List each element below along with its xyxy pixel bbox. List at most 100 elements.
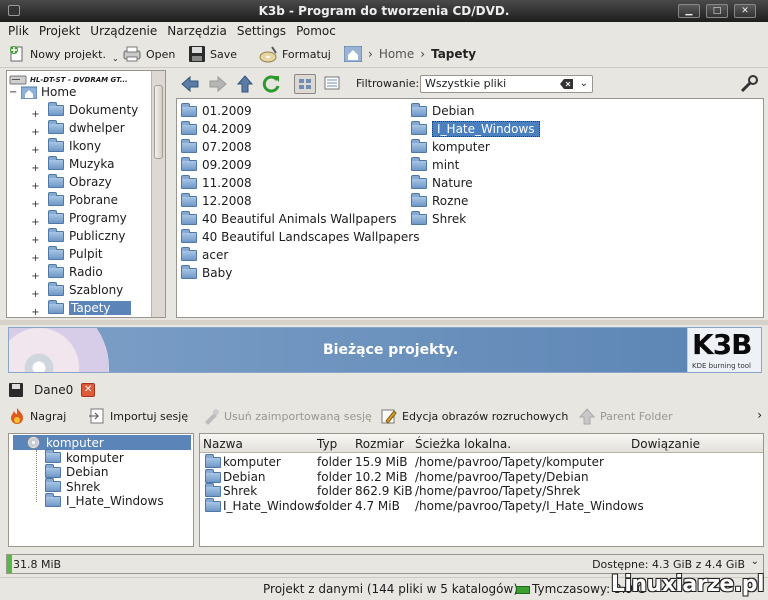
tree-scrollbar[interactable] xyxy=(151,71,165,317)
project-tree-item[interactable]: Shrek xyxy=(45,478,100,494)
table-row[interactable]: Debian folder 10.2 MiB/home/pavroo/Tapety/… xyxy=(200,468,763,485)
wrench-settings-icon[interactable] xyxy=(738,73,760,95)
file-item[interactable]: acer xyxy=(181,246,228,264)
tree-item[interactable]: + Ikony xyxy=(31,137,101,155)
tree-expand-icon[interactable]: + xyxy=(31,217,40,227)
table-row[interactable]: I_Hate_Windows folder 4.7 MiB/home/pavroo/… xyxy=(200,497,763,514)
tree-item[interactable]: + Publiczny xyxy=(31,227,126,245)
tree-item[interactable]: + Pobrane xyxy=(31,191,118,209)
menu-projekt[interactable]: Projekt xyxy=(34,22,85,40)
file-item[interactable]: 04.2009 xyxy=(181,120,252,138)
tree-item[interactable]: + Muzyka xyxy=(31,155,114,173)
project-tree-item[interactable]: komputer xyxy=(45,449,124,465)
parent-folder-button[interactable]: Parent Folder xyxy=(578,406,673,426)
col-header-name[interactable]: Nazwa xyxy=(203,436,243,452)
boot-images-button[interactable]: Edycja obrazów rozruchowych xyxy=(380,406,568,426)
tree-expand-icon[interactable]: + xyxy=(31,235,40,245)
toolbar-overflow-icon[interactable]: › xyxy=(757,408,762,422)
reload-icon[interactable] xyxy=(262,74,282,94)
tree-expand-icon[interactable]: + xyxy=(31,271,40,281)
tree-item[interactable]: + Radio xyxy=(31,263,103,281)
file-item[interactable]: Debian xyxy=(411,102,475,120)
file-item[interactable]: Rozne xyxy=(411,192,468,210)
file-item[interactable]: 40 Beautiful Landscapes Wallpapers xyxy=(181,228,419,246)
project-tree-root[interactable]: komputer xyxy=(13,435,191,450)
file-item[interactable]: mint xyxy=(411,156,459,174)
forward-arrow-icon[interactable] xyxy=(208,75,228,93)
tree-collapse-icon[interactable]: − xyxy=(9,87,21,98)
tree-expand-icon[interactable]: + xyxy=(31,109,40,119)
project-tab[interactable]: Dane0 ✕ xyxy=(8,379,96,401)
scrollbar-thumb[interactable] xyxy=(154,85,163,159)
tree-expand-icon[interactable]: + xyxy=(31,253,40,263)
file-item[interactable]: Nature xyxy=(411,174,473,192)
import-session-icon xyxy=(89,408,104,424)
table-row[interactable]: komputer folder 15.9 MiB/home/pavroo/Tapet… xyxy=(200,454,763,470)
new-project-button[interactable]: Nowy projekt. ⌄ xyxy=(8,44,119,64)
close-tab-icon[interactable]: ✕ xyxy=(81,383,96,397)
open-button[interactable]: Open xyxy=(122,44,175,64)
tree-expand-icon[interactable]: + xyxy=(31,163,40,173)
folder-icon xyxy=(45,478,61,492)
tree-expand-icon[interactable]: + xyxy=(31,289,40,299)
icon-view-button[interactable] xyxy=(294,74,316,94)
tree-item[interactable]: + dwhelper xyxy=(31,119,125,137)
menu-settings[interactable]: Settings xyxy=(232,22,291,40)
back-arrow-icon[interactable] xyxy=(180,75,200,93)
window-menu-icon[interactable] xyxy=(8,5,20,16)
up-arrow-icon[interactable] xyxy=(236,74,254,94)
panel-splitter[interactable] xyxy=(0,320,768,325)
col-header-type[interactable]: Typ xyxy=(317,436,337,452)
chevron-down-icon[interactable]: ⌄ xyxy=(751,556,759,567)
home-icon[interactable] xyxy=(344,46,362,62)
tree-home-row[interactable]: − Home xyxy=(9,83,76,101)
project-tree-item[interactable]: I_Hate_Windows xyxy=(45,492,164,509)
project-tree-item[interactable]: Debian xyxy=(45,463,109,480)
tree-item[interactable]: + Dokumenty xyxy=(31,101,138,119)
tree-item[interactable]: + Obrazy xyxy=(31,173,112,191)
file-item-label: I_Hate_Windows xyxy=(432,121,540,137)
filter-dropdown[interactable]: Wszystkie pliki ⌄ xyxy=(420,75,593,93)
file-item[interactable]: 12.2008 xyxy=(181,192,252,210)
file-item[interactable]: Shrek xyxy=(411,210,466,228)
tree-item[interactable]: + Programy xyxy=(31,209,127,227)
file-browser: 01.2009 04.2009 07.2008 09.2009 11.2008 12.20… xyxy=(176,98,764,318)
clear-filter-icon[interactable] xyxy=(560,78,574,90)
maximize-button[interactable]: □ xyxy=(706,4,728,18)
file-item[interactable]: 11.2008 xyxy=(181,174,252,192)
file-item[interactable]: I_Hate_Windows xyxy=(411,120,540,138)
tree-expand-icon[interactable]: + xyxy=(31,181,40,191)
file-item[interactable]: 09.2009 xyxy=(181,156,252,174)
cell-type: folder xyxy=(317,455,352,469)
detail-view-button[interactable] xyxy=(322,74,344,94)
close-window-button[interactable]: ✕ xyxy=(734,4,756,18)
tree-item[interactable]: + Tapety xyxy=(31,299,131,317)
menu-plik[interactable]: Plik xyxy=(0,22,34,40)
save-button[interactable]: Save xyxy=(188,44,237,64)
tree-item[interactable]: + Pulpit xyxy=(31,245,103,263)
menu-urzadzenie[interactable]: Urządzenie xyxy=(85,22,162,40)
tree-expand-icon[interactable]: + xyxy=(31,307,40,317)
menu-narzedzia[interactable]: Narzędzia xyxy=(162,22,232,40)
remove-import-button[interactable]: Usuń zaimportowaną sesję xyxy=(202,406,372,426)
breadcrumb-home[interactable]: Home xyxy=(379,47,414,61)
tree-expand-icon[interactable]: + xyxy=(31,199,40,209)
burn-button[interactable]: Nagraj xyxy=(8,406,66,426)
file-item[interactable]: 40 Beautiful Animals Wallpapers xyxy=(181,210,397,228)
col-header-size[interactable]: Rozmiar xyxy=(355,436,404,452)
minimize-button[interactable]: ▁ xyxy=(678,4,700,18)
menu-pomoc[interactable]: Pomoc xyxy=(291,22,341,40)
format-button[interactable]: Formatuj xyxy=(258,44,331,64)
tree-item[interactable]: + Szablony xyxy=(31,281,123,299)
table-row[interactable]: Shrek folder 862.9 KiB/home/pavroo/Tapety/… xyxy=(200,483,763,499)
col-header-path[interactable]: Ścieżka lokalna. xyxy=(415,436,511,452)
file-item[interactable]: 01.2009 xyxy=(181,102,252,120)
file-item[interactable]: 07.2008 xyxy=(181,138,252,156)
file-item[interactable]: komputer xyxy=(411,138,490,156)
file-item[interactable]: Baby xyxy=(181,264,232,282)
import-session-button[interactable]: Importuj sesję xyxy=(88,406,188,426)
col-header-link[interactable]: Dowiązanie xyxy=(631,436,700,452)
tree-expand-icon[interactable]: + xyxy=(31,145,40,155)
breadcrumb-current[interactable]: Tapety xyxy=(431,47,476,61)
tree-expand-icon[interactable]: + xyxy=(31,127,40,137)
